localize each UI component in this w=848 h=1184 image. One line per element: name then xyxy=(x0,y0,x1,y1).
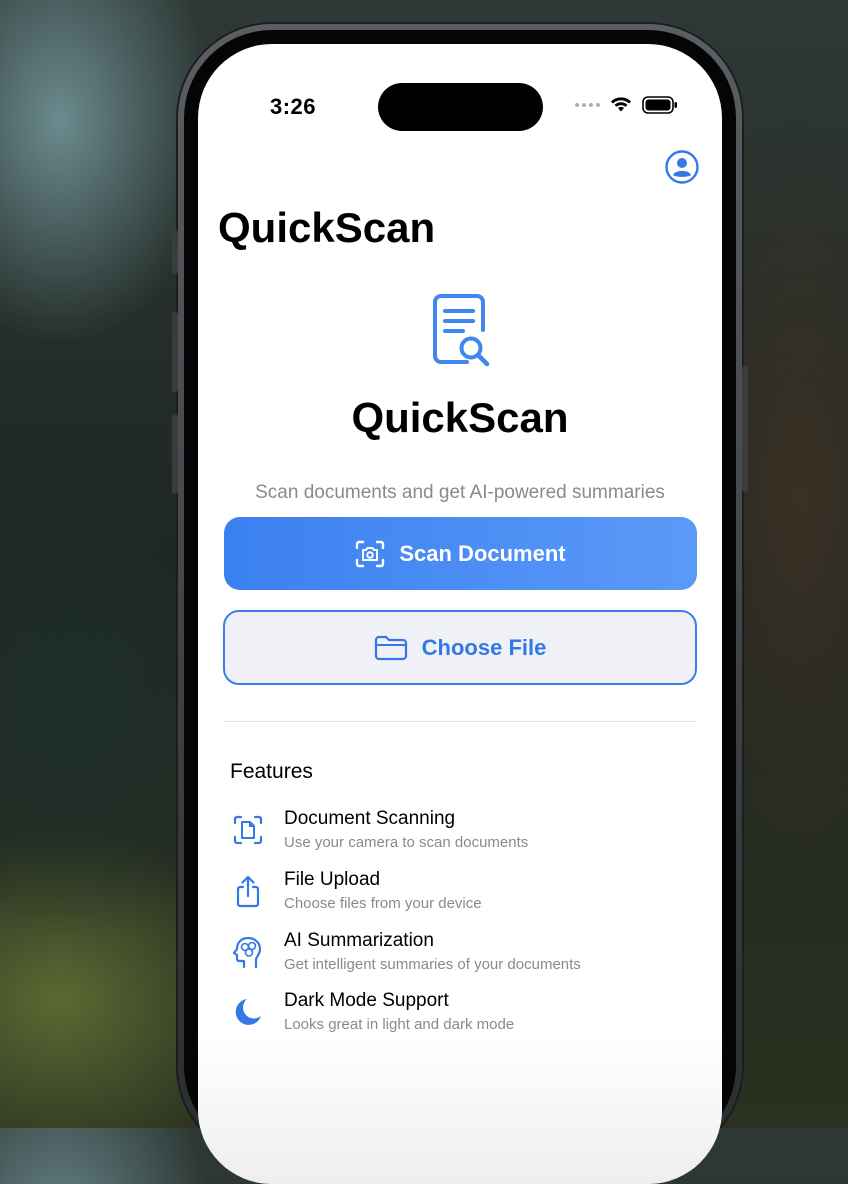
scan-document-button[interactable]: Scan Document xyxy=(224,517,697,590)
moon-icon xyxy=(235,999,261,1025)
feature-description: Looks great in light and dark mode xyxy=(284,1016,515,1033)
hero-document-icon xyxy=(431,294,495,370)
choose-file-button[interactable]: Choose File xyxy=(223,610,697,685)
feature-title: Document Scanning xyxy=(284,808,456,829)
phone-volume-down xyxy=(172,414,178,494)
hero-title: QuickScan xyxy=(351,394,569,441)
feature-file-upload: File Upload Choose files from your devic… xyxy=(230,869,690,919)
phone-power-button xyxy=(742,366,748,492)
nav-large-title: QuickScan xyxy=(218,204,436,251)
folder-icon xyxy=(374,635,407,660)
camera-viewfinder-icon xyxy=(356,540,385,567)
scan-document-label: Scan Document xyxy=(399,540,566,566)
wifi-icon xyxy=(611,97,631,112)
features-heading: Features xyxy=(230,760,313,783)
app-screen: 3:26 QuickScan QuickScan Scan documents … xyxy=(198,44,722,1184)
phone-frame: 3:26 QuickScan QuickScan Scan documents … xyxy=(172,22,748,1184)
feature-title: Dark Mode Support xyxy=(284,990,449,1011)
feature-icon-moon xyxy=(230,994,266,1030)
feature-title: File Upload xyxy=(284,869,381,890)
person-circle-icon xyxy=(665,150,699,184)
feature-description: Choose files from your device xyxy=(284,895,482,912)
phone-side-button xyxy=(172,230,178,274)
status-indicators xyxy=(575,96,678,114)
feature-title: AI Summarization xyxy=(284,930,434,951)
feature-ai-summarization: AI Summarization Get intelligent summari… xyxy=(230,930,690,980)
dynamic-island xyxy=(378,83,543,131)
phone-volume-up xyxy=(172,312,178,392)
feature-description: Get intelligent summaries of your docume… xyxy=(284,956,581,973)
bottom-fade xyxy=(198,1034,722,1184)
feature-dark-mode: Dark Mode Support Looks great in light a… xyxy=(230,990,690,1040)
choose-file-label: Choose File xyxy=(421,634,547,660)
signal-dots-icon xyxy=(575,103,600,107)
feature-description: Use your camera to scan documents xyxy=(284,834,529,851)
feature-icon-brain xyxy=(230,934,266,970)
feature-document-scanning: Document Scanning Use your camera to sca… xyxy=(230,808,690,858)
profile-button[interactable] xyxy=(664,149,700,185)
battery-icon xyxy=(642,96,677,114)
section-divider xyxy=(224,721,697,722)
status-time: 3:26 xyxy=(270,94,317,119)
hero-subtitle: Scan documents and get AI-powered summar… xyxy=(255,482,665,503)
document-magnifier-icon xyxy=(433,294,490,367)
share-upload-icon xyxy=(236,875,260,908)
feature-icon-upload xyxy=(230,873,266,909)
document-viewfinder-icon xyxy=(233,815,263,845)
feature-icon-scan xyxy=(230,812,266,848)
brain-head-icon xyxy=(232,936,262,969)
